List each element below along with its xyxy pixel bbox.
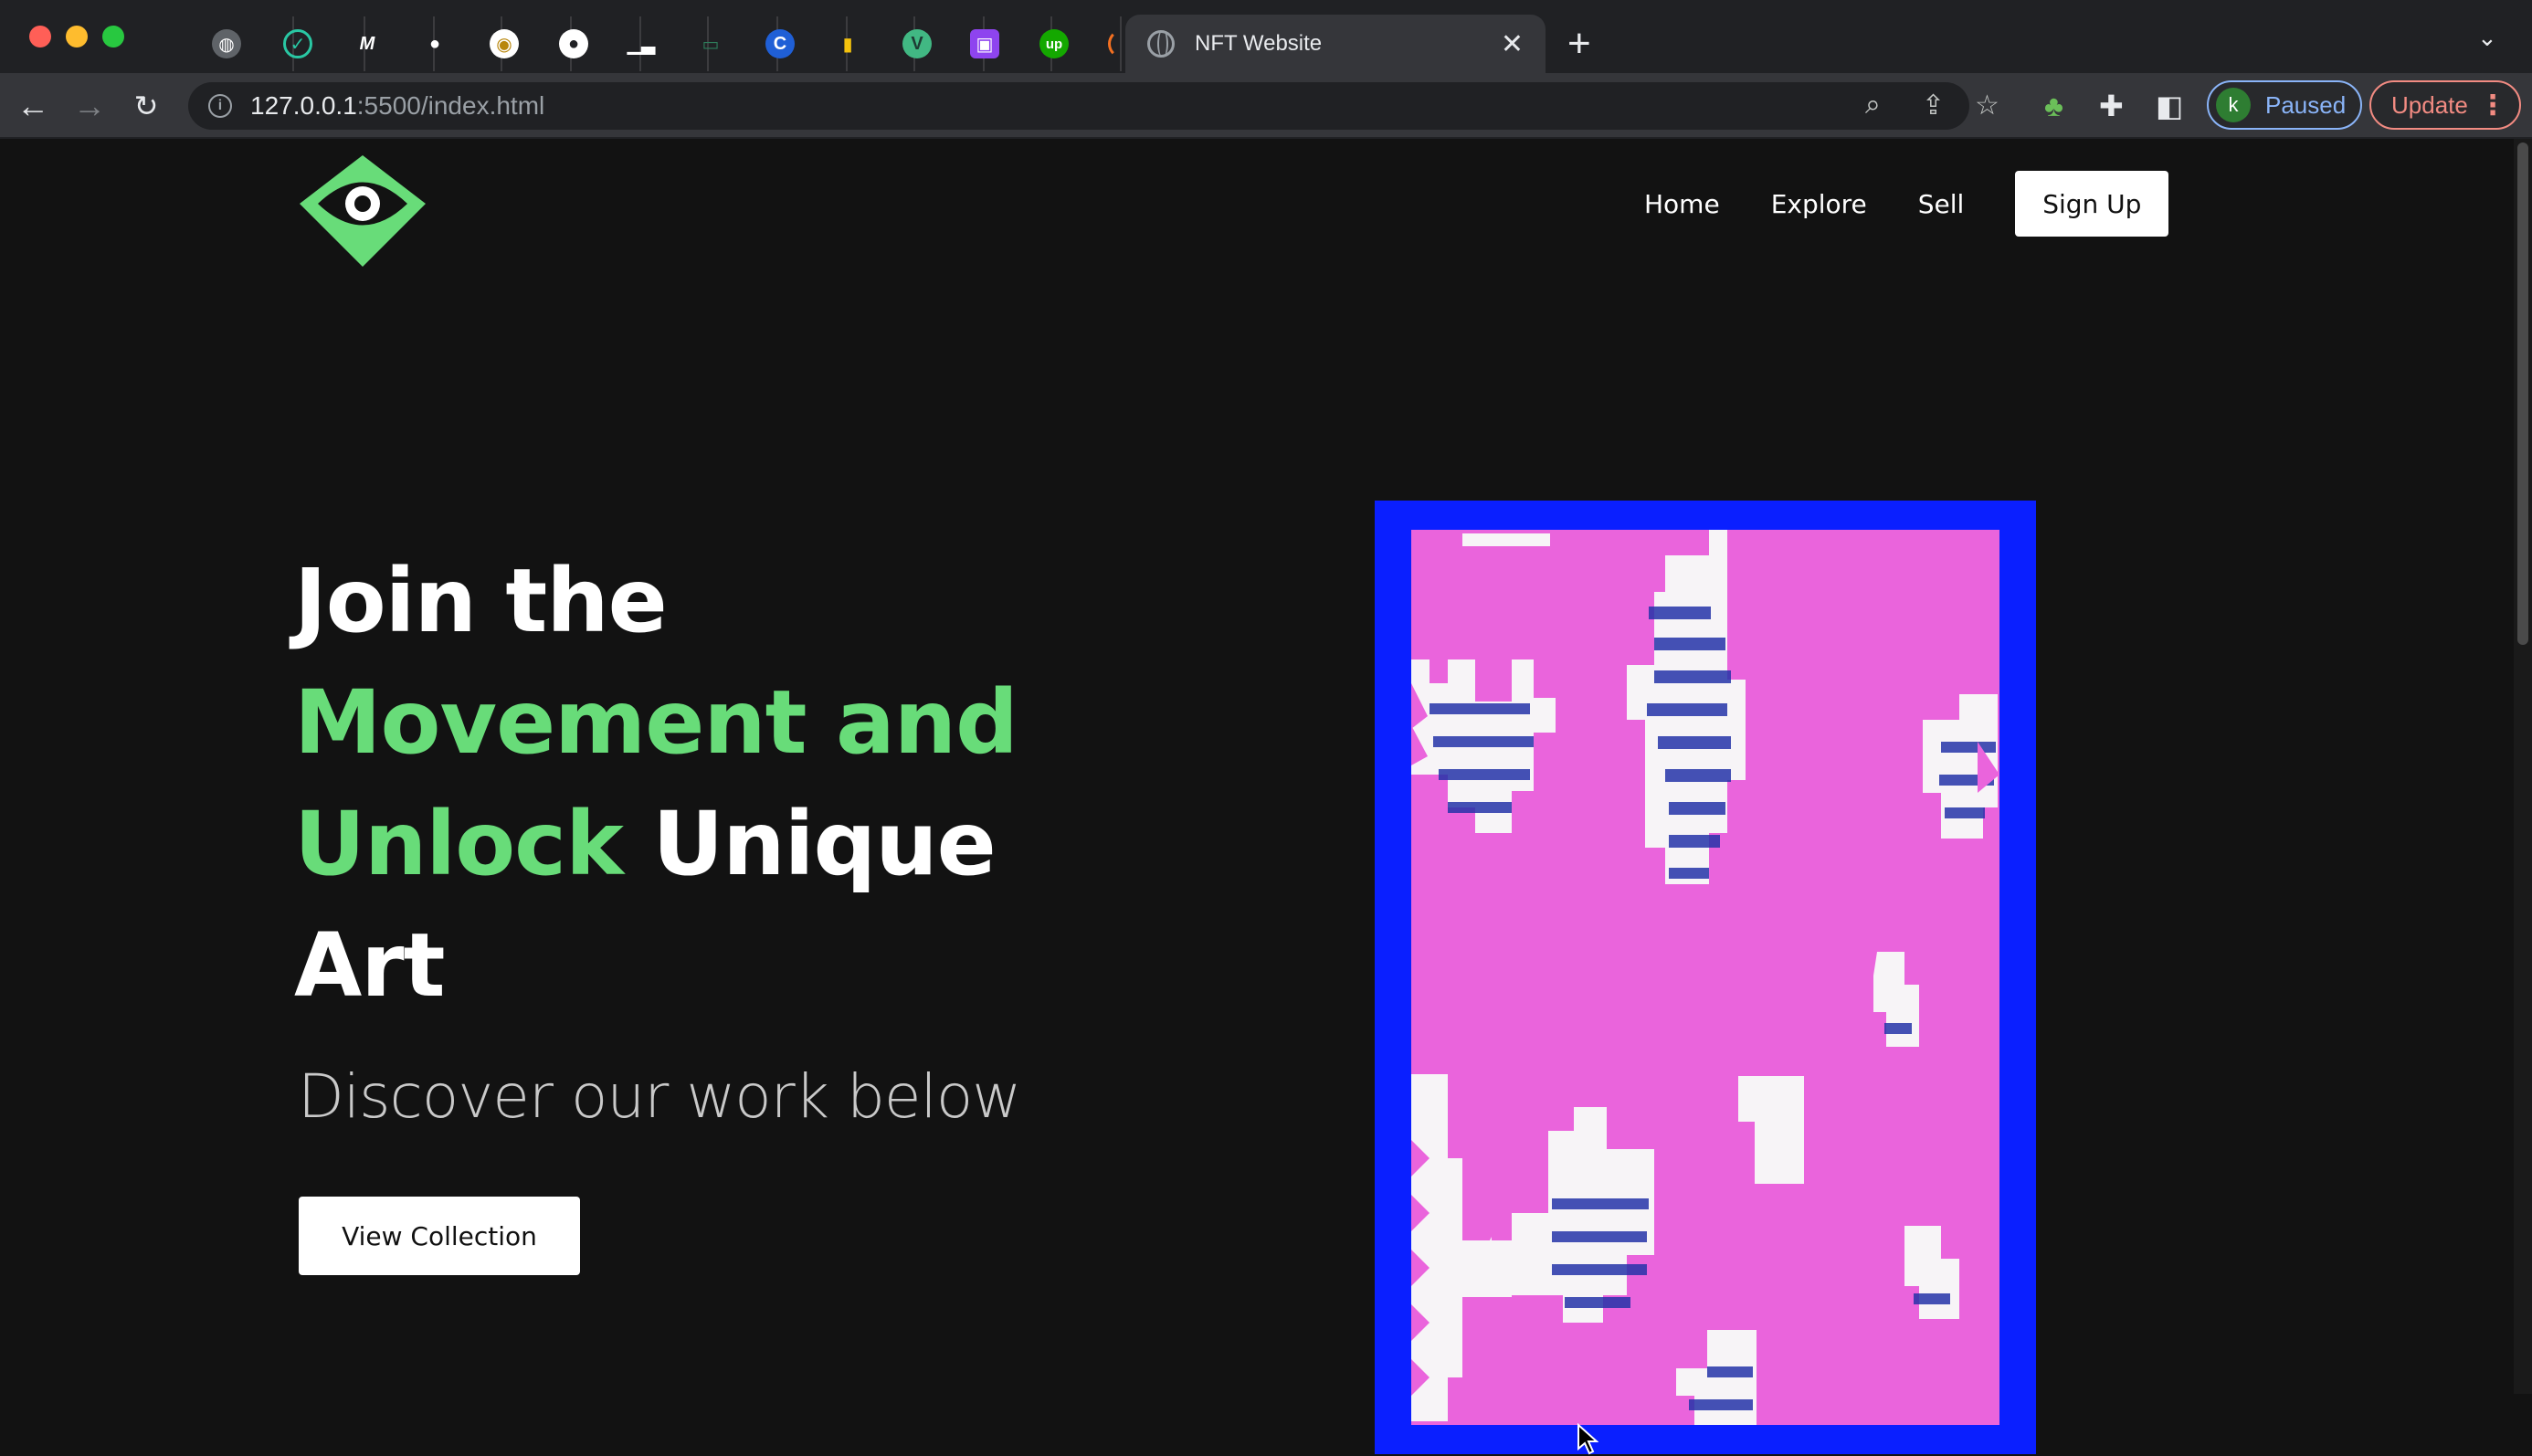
hero-title: Join the Movement and Unlock Unique Art [294,541,1171,1027]
view-collection-button[interactable]: View Collection [299,1197,580,1275]
bookmark-star-icon[interactable]: ☆ [1975,90,1999,121]
back-arrow-icon[interactable]: ← [13,86,53,126]
side-panel-icon[interactable]: ◧ [2156,86,2183,126]
tab-search-chevron-icon[interactable]: ⌄ [2477,24,2497,52]
new-tab-plus-icon[interactable]: + [1567,20,1591,68]
mouse-cursor-icon [1577,1423,1598,1455]
reload-icon[interactable]: ↻ [126,86,166,126]
main-nav: Home Explore Sell Sign Up [1644,170,2169,237]
share-icon[interactable]: ⇪ [1922,90,1945,121]
page-scrollbar[interactable] [2514,139,2532,1394]
forward-arrow-icon[interactable]: → [69,86,110,126]
browser-tab-bar: ◍ ✓ M ● ◉ ● ▁▃ ▭ C ▮ V ▣ up NFT Website … [0,0,2532,73]
site-info-icon[interactable]: i [208,94,232,118]
web-page: Home Explore Sell Sign Up Join the Movem… [0,139,2514,1455]
hero-subtitle: Discover our work below [298,1061,1021,1132]
close-tab-icon[interactable]: ✕ [1501,28,1524,60]
active-tab-title: NFT Website [1195,31,1323,56]
url-text: 127.0.0.1:5500/index.html [250,91,544,121]
eye-logo-icon[interactable] [298,153,427,269]
update-button[interactable]: Update ⋮ [2369,80,2521,130]
avatar: k [2216,88,2251,122]
close-window-button[interactable] [29,26,51,47]
more-vertical-icon: ⋮ [2479,90,2506,121]
profile-button[interactable]: k Paused [2207,80,2362,130]
address-bar[interactable]: i 127.0.0.1:5500/index.html ⌕ ⇪ ☆ [188,82,1999,130]
nft-artwork-image[interactable] [1375,501,2036,1454]
url-path: :5500/index.html [356,91,545,120]
active-browser-tab[interactable]: NFT Website ✕ [1125,15,1546,73]
minimize-window-button[interactable] [66,26,88,47]
url-host: 127.0.0.1 [250,91,357,120]
browser-toolbar: ← → ↻ i 127.0.0.1:5500/index.html ⌕ ⇪ ☆ … [0,73,2532,139]
nav-link-sell[interactable]: Sell [1918,189,1965,219]
scrollbar-thumb[interactable] [2517,142,2528,645]
maximize-window-button[interactable] [102,26,124,47]
update-label: Update [2391,90,2468,119]
tree-extension-icon[interactable]: ♣ [2044,86,2063,126]
extensions-puzzle-icon[interactable]: ✚ [2099,86,2124,126]
hero-title-part1: Join the [294,550,668,652]
zoom-icon[interactable]: ⌕ [1865,90,1881,121]
profile-status-label: Paused [2265,90,2347,119]
nav-link-explore[interactable]: Explore [1771,189,1867,219]
globe-icon [1147,30,1175,58]
sign-up-button[interactable]: Sign Up [2015,171,2169,237]
nav-link-home[interactable]: Home [1644,189,1720,219]
